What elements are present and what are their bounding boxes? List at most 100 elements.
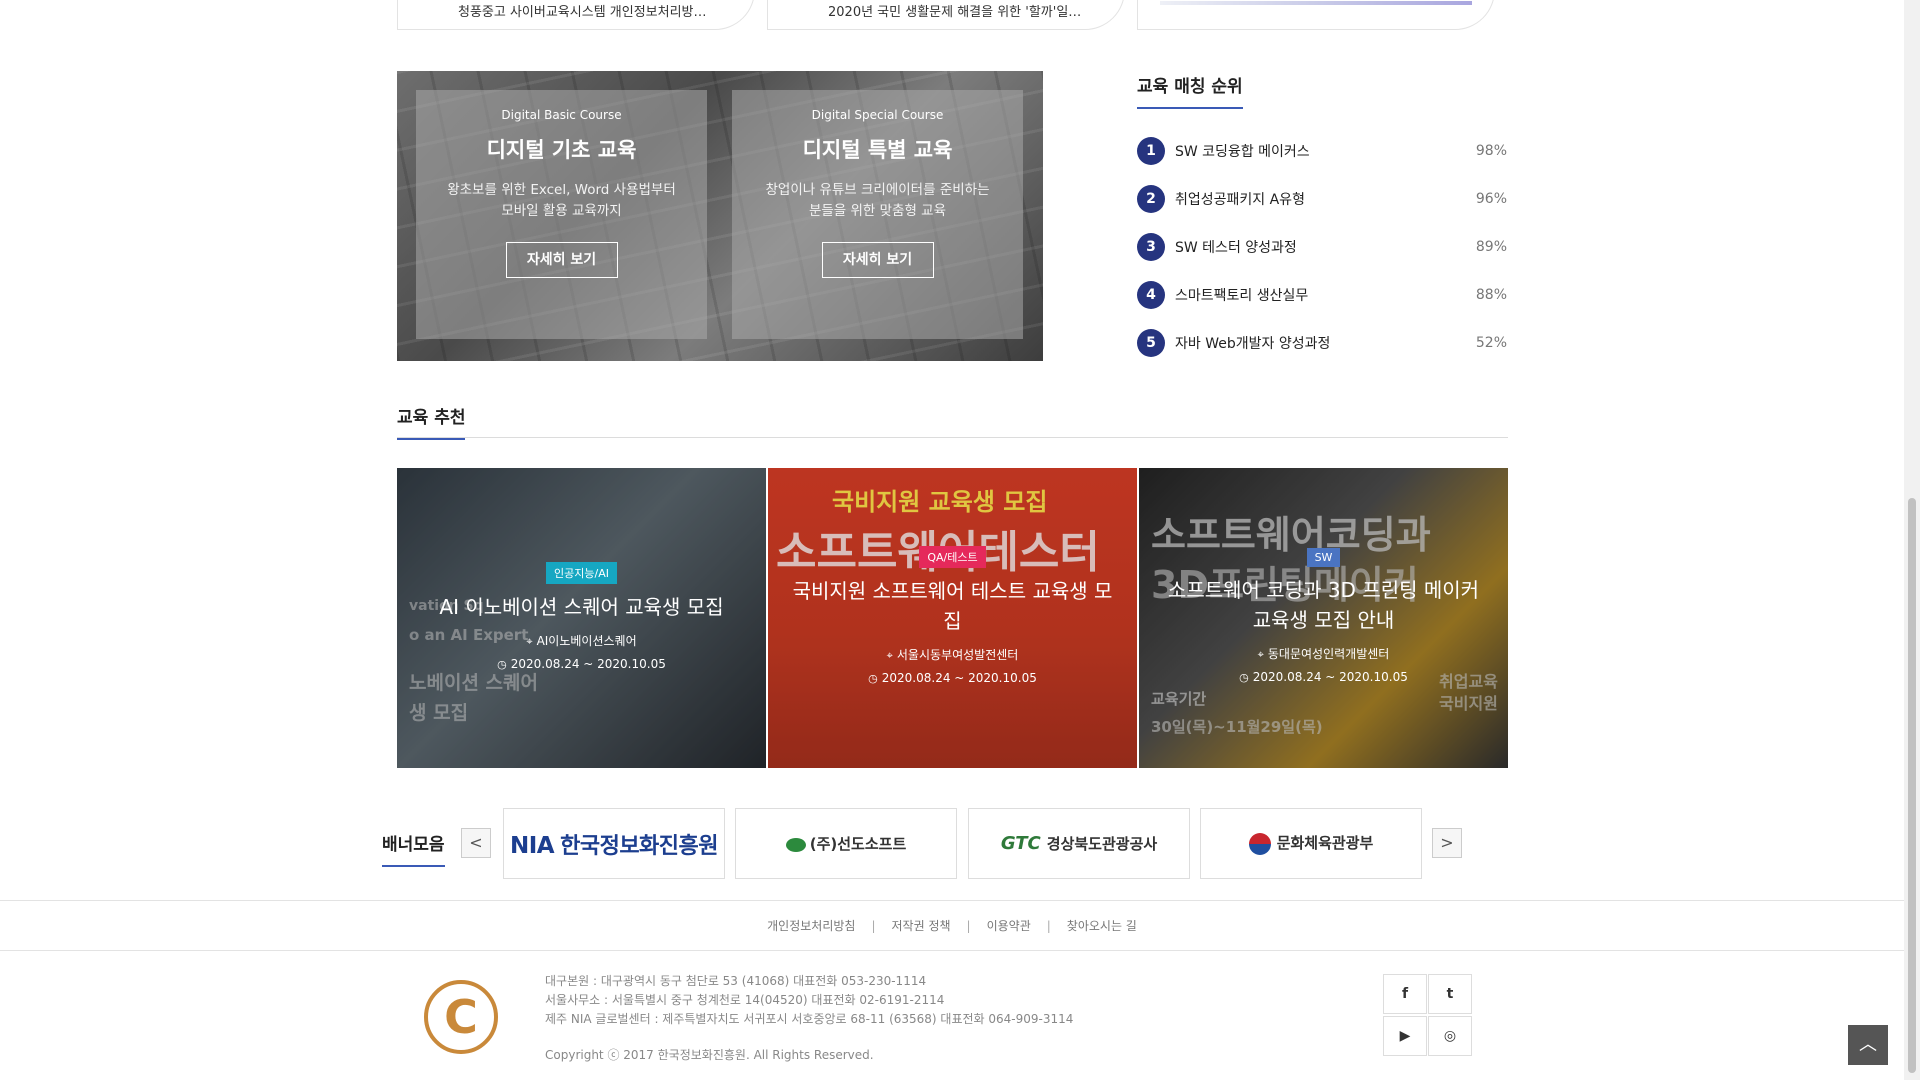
banner-section-title: 배너모음: [382, 830, 445, 867]
facebook-icon: f: [1401, 986, 1409, 1002]
course-meta: ⌖ 동대문여성인력개발센터 ◷ 2020.08.24 ~ 2020.10.05: [1159, 643, 1488, 689]
chevron-right-icon: >: [1440, 833, 1454, 852]
recommend-card-qa[interactable]: 국비지원 교육생 모집 소프트웨어테스터 QA/테스트 국비지원 소프트웨어 테…: [768, 468, 1137, 768]
course-place: 서울시동부여성발전센터: [896, 648, 1019, 662]
copyright-policy-link[interactable]: 저작권 정책: [892, 917, 951, 934]
youtube-icon: ▶: [1399, 1028, 1411, 1044]
privacy-policy-link[interactable]: 개인정보처리방침: [767, 917, 855, 934]
rank-number-badge: 3: [1137, 233, 1165, 261]
sundosoft-logo: (주)선도소프트: [785, 833, 906, 854]
link-separator: |: [871, 918, 876, 933]
ranking-item[interactable]: 1 SW 코딩융합 메이커스 98%: [1137, 127, 1507, 175]
banner-prev-button[interactable]: <: [461, 828, 491, 858]
footer-address: 대구본원 : 대구광역시 동구 첨단로 53 (41068) 대표전화 053-…: [545, 972, 1073, 1029]
instagram-button[interactable]: ◎: [1428, 1016, 1472, 1056]
banner-mcst[interactable]: 문화체육관광부: [1200, 808, 1422, 879]
location-pin-icon: ⌖: [886, 649, 893, 662]
notice-card-3[interactable]: [1137, 0, 1495, 30]
clock-icon: ◷: [497, 658, 507, 671]
nia-logo: NIA 한국정보화진흥원: [509, 832, 719, 859]
notice-card-2[interactable]: 2020년 국민 생활문제 해결을 위한 '할까'일…: [767, 0, 1125, 30]
rank-match-percent: 98%: [1475, 143, 1507, 159]
course-detail-button[interactable]: 자세히 보기: [505, 242, 618, 278]
course-period: 2020.08.24 ~ 2020.10.05: [510, 657, 666, 671]
clock-icon: ◷: [868, 672, 878, 685]
location-pin-icon: ⌖: [526, 635, 533, 648]
card-content: QA/테스트 국비지원 소프트웨어 테스트 교육생 모집 ⌖ 서울시동부여성발전센…: [788, 546, 1117, 690]
course-card-special: Digital Special Course 디지털 특별 교육 창업이나 유튜…: [732, 90, 1023, 339]
course-period: 2020.08.24 ~ 2020.10.05: [1252, 670, 1408, 684]
course-description: 왕초보를 위한 Excel, Word 사용법부터 모바일 활용 교육까지: [447, 182, 676, 219]
digital-course-banner: Digital Basic Course 디지털 기초 교육 왕초보를 위한 E…: [397, 71, 1043, 361]
banner-next-button[interactable]: >: [1432, 828, 1462, 858]
recommend-card-ai[interactable]: vation Sq o an AI Expert 노베이션 스퀘어 생 모집 인…: [397, 468, 766, 768]
footer-logo: C: [424, 980, 498, 1054]
ranking-list: 1 SW 코딩융합 메이커스 98% 2 취업성공패키지 A유형 96% 3 S…: [1137, 127, 1507, 367]
course-meta: ⌖ 서울시동부여성발전센터 ◷ 2020.08.24 ~ 2020.10.05: [788, 644, 1117, 690]
rank-match-percent: 96%: [1475, 191, 1507, 207]
taegeuk-emblem-icon: [1248, 832, 1271, 855]
address-line: 서울사무소 : 서울특별시 중구 청계천로 14(04520) 대표전화 02-…: [545, 993, 945, 1007]
rank-match-percent: 89%: [1475, 239, 1507, 255]
rank-number-badge: 1: [1137, 137, 1165, 165]
course-title: 디지털 특별 교육: [802, 138, 953, 162]
course-title: 디지털 기초 교육: [486, 138, 637, 162]
banner-gtc[interactable]: GTC 경상북도관광공사: [968, 808, 1190, 879]
course-period: 2020.08.24 ~ 2020.10.05: [881, 671, 1037, 685]
course-name: AI 이노베이션 스퀘어 교육생 모집: [439, 595, 724, 619]
copyright-text: Copyright ⓒ 2017 한국정보화진흥원. All Rights Re…: [545, 1048, 874, 1062]
twitter-icon: t: [1446, 986, 1454, 1002]
banner-nia[interactable]: NIA 한국정보화진흥원: [503, 808, 725, 879]
course-description: 창업이나 유튜브 크리에이터를 준비하는 분들을 위한 맞춤형 교육: [765, 182, 990, 219]
course-place: 동대문여성인력개발센터: [1267, 647, 1390, 661]
banner-sundosoft[interactable]: (주)선도소프트: [735, 808, 957, 879]
ranking-title: 교육 매칭 순위: [1137, 72, 1243, 109]
ranking-item[interactable]: 2 취업성공패키지 A유형 96%: [1137, 175, 1507, 223]
rank-number-badge: 4: [1137, 281, 1165, 309]
notice-card-1[interactable]: 청풍중고 사이버교육시스템 개인정보처리방…: [397, 0, 755, 30]
footer-links: 개인정보처리방침 | 저작권 정책 | 이용약관 | 찾아오시는 길: [0, 900, 1904, 951]
mcst-logo: 문화체육관광부: [1248, 832, 1373, 855]
card-image: [1160, 1, 1472, 5]
gtc-logo: GTC 경상북도관광공사: [1000, 833, 1158, 854]
category-tag: 인공지능/AI: [546, 562, 617, 584]
course-card-basic: Digital Basic Course 디지털 기초 교육 왕초보를 위한 E…: [416, 90, 707, 339]
sundosoft-emblem-icon: [785, 837, 806, 852]
category-tag: SW: [1306, 548, 1341, 567]
ranking-item[interactable]: 5 자바 Web개발자 양성과정 52%: [1137, 319, 1507, 367]
youtube-button[interactable]: ▶: [1383, 1016, 1427, 1056]
rank-course-name: 취업성공패키지 A유형: [1175, 192, 1305, 208]
card-content: SW 소프트웨어 코딩과 3D 프린팅 메이커 교육생 모집 안내 ⌖ 동대문여성…: [1159, 546, 1488, 689]
terms-link[interactable]: 이용약관: [987, 917, 1031, 934]
scrollbar-thumb[interactable]: [1908, 498, 1916, 1073]
chevron-up-icon: ︿: [1859, 1034, 1877, 1055]
notice-card-text: 2020년 국민 생활문제 해결을 위한 '할까'일…: [828, 5, 1082, 20]
clock-icon: ◷: [1239, 671, 1249, 684]
facebook-button[interactable]: f: [1383, 974, 1427, 1014]
course-name: 소프트웨어 코딩과 3D 프린팅 메이커 교육생 모집 안내: [1167, 578, 1480, 632]
divider: [397, 437, 1508, 438]
rank-course-name: 스마트팩토리 생산실무: [1175, 288, 1309, 304]
rank-course-name: SW 테스터 양성과정: [1175, 240, 1297, 256]
chevron-left-icon: <: [469, 833, 483, 852]
course-detail-button[interactable]: 자세히 보기: [821, 242, 934, 278]
rank-match-percent: 52%: [1475, 335, 1507, 351]
page: 청풍중고 사이버교육시스템 개인정보처리방… 2020년 국민 생활문제 해결을…: [0, 0, 1920, 1080]
course-place: AI이노베이션스퀘어: [536, 634, 637, 648]
location-pin-icon: ⌖: [1257, 648, 1264, 661]
rank-match-percent: 88%: [1475, 287, 1507, 303]
notice-card-text: 청풍중고 사이버교육시스템 개인정보처리방…: [458, 5, 707, 20]
recommend-card-sw[interactable]: 소프트웨어코딩과 3D프린팅메이커 교육기간 30일(목)~11월29일(목) …: [1139, 468, 1508, 768]
rank-number-badge: 2: [1137, 185, 1165, 213]
scroll-to-top-button[interactable]: ︿: [1848, 1025, 1888, 1065]
ranking-item[interactable]: 3 SW 테스터 양성과정 89%: [1137, 223, 1507, 271]
course-eng-title: Digital Basic Course: [501, 108, 622, 122]
rank-course-name: 자바 Web개발자 양성과정: [1175, 336, 1331, 352]
rank-number-badge: 5: [1137, 329, 1165, 357]
course-name: 국비지원 소프트웨어 테스트 교육생 모집: [792, 579, 1113, 633]
ranking-item[interactable]: 4 스마트팩토리 생산실무 88%: [1137, 271, 1507, 319]
footer-logo-mark: C: [444, 990, 478, 1044]
directions-link[interactable]: 찾아오시는 길: [1067, 917, 1137, 934]
link-separator: |: [966, 918, 971, 933]
twitter-button[interactable]: t: [1428, 974, 1472, 1014]
